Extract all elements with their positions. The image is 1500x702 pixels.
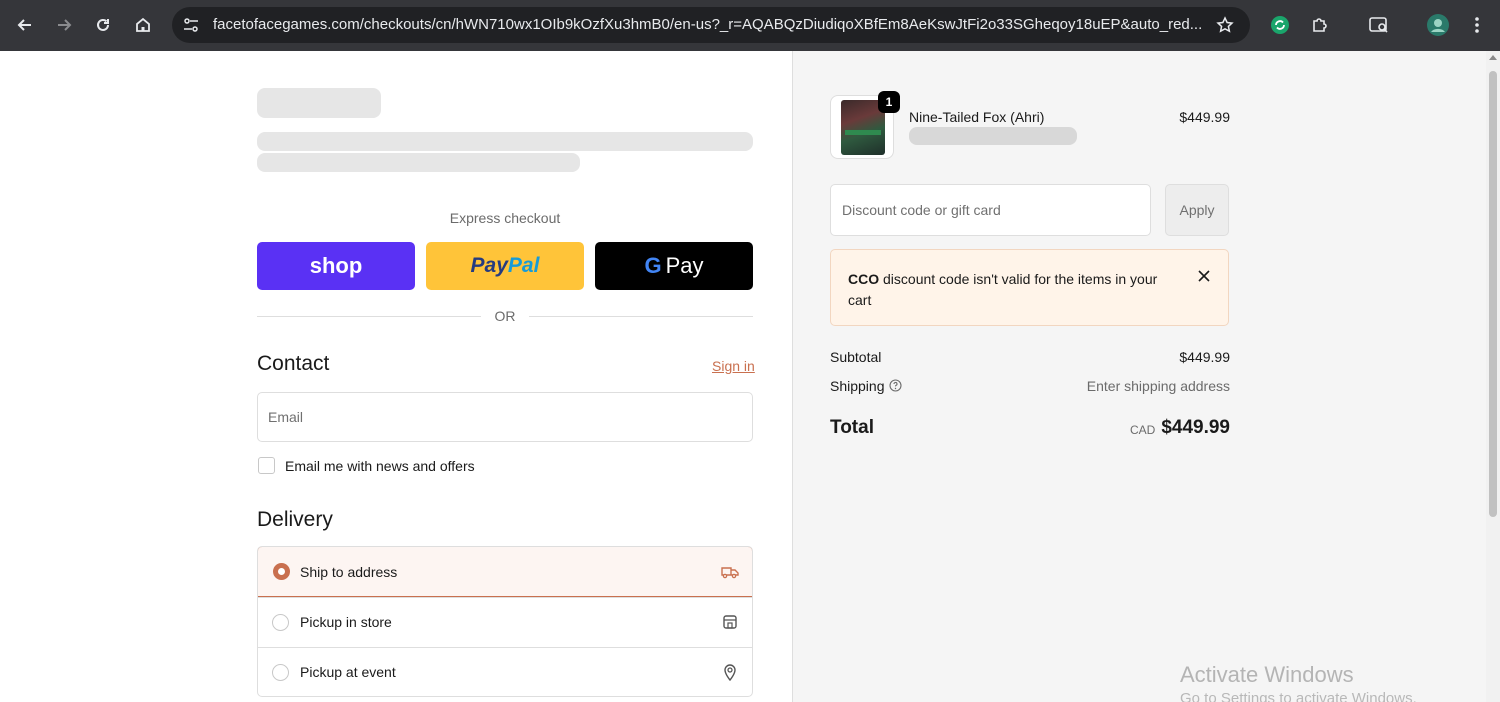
- shop-pay-button[interactable]: shop: [257, 242, 415, 290]
- radio-event[interactable]: [272, 663, 289, 681]
- paypal-label-1: Pay: [470, 254, 508, 277]
- radio-ship-selected[interactable]: [273, 563, 290, 580]
- apply-discount-button[interactable]: Apply: [1165, 184, 1229, 236]
- extension-green-icon[interactable]: [1267, 12, 1293, 38]
- total-label: Total: [830, 417, 874, 438]
- subtotal-value: $449.99: [1179, 349, 1230, 365]
- shipping-label: Shipping: [830, 378, 885, 394]
- shipping-row: Shipping Enter shipping address: [830, 378, 1230, 395]
- subtotal-label: Subtotal: [830, 349, 882, 365]
- subtotal-row: Subtotal $449.99: [830, 349, 1230, 365]
- or-divider-right: [529, 316, 753, 317]
- paypal-label-2: Pal: [507, 254, 540, 277]
- address-bar[interactable]: facetofacegames.com/checkouts/cn/hWN710w…: [172, 7, 1250, 43]
- google-pay-label: Pay: [665, 253, 704, 278]
- breadcrumb-placeholder-2: [257, 153, 580, 172]
- extensions-puzzle-icon[interactable]: [1307, 12, 1333, 38]
- activate-windows-title: Activate Windows: [1180, 662, 1354, 687]
- home-icon[interactable]: [130, 12, 156, 38]
- total-currency: CAD: [1130, 423, 1156, 437]
- location-pin-icon: [720, 662, 740, 682]
- logo-placeholder: [257, 88, 381, 118]
- shipping-value: Enter shipping address: [1086, 378, 1230, 394]
- order-summary-pane: [792, 51, 1486, 702]
- site-settings-icon[interactable]: [180, 14, 202, 36]
- back-icon[interactable]: [12, 12, 38, 38]
- activate-windows-subtitle: Go to Settings to activate Windows.: [1180, 690, 1417, 702]
- help-circle-icon[interactable]: [888, 379, 902, 395]
- delivery-option-ship[interactable]: Ship to address: [258, 547, 752, 597]
- reload-icon[interactable]: [90, 12, 116, 38]
- url-text[interactable]: facetofacegames.com/checkouts/cn/hWN710w…: [213, 16, 1203, 33]
- google-pay-button[interactable]: G Pay: [595, 242, 753, 290]
- bookmark-star-icon[interactable]: [1214, 14, 1236, 36]
- tab-search-icon[interactable]: [1366, 12, 1392, 38]
- truck-icon: [720, 562, 740, 582]
- delivery-option-label: Ship to address: [300, 563, 398, 580]
- alert-text: discount code isn't valid for the items …: [848, 271, 1158, 308]
- chrome-menu-icon[interactable]: [1464, 12, 1490, 38]
- discount-error-alert: CCO discount code isn't valid for the it…: [830, 249, 1229, 326]
- paypal-button[interactable]: Pay Pal: [426, 242, 584, 290]
- radio-store[interactable]: [272, 613, 289, 631]
- product-price: $449.99: [1179, 109, 1230, 125]
- alert-code: CCO: [848, 271, 880, 287]
- or-divider-text: OR: [494, 308, 516, 324]
- product-variant-placeholder: [909, 127, 1077, 145]
- total-value: $449.99: [1161, 417, 1230, 438]
- alert-message: CCO discount code isn't valid for the it…: [848, 269, 1178, 311]
- breadcrumb-placeholder: [257, 132, 753, 151]
- contact-heading: Contact: [257, 352, 330, 375]
- browser-toolbar: facetofacegames.com/checkouts/cn/hWN710w…: [0, 0, 1500, 51]
- shop-pay-label: shop: [309, 253, 363, 278]
- store-icon: [720, 612, 740, 632]
- scrollbar-thumb[interactable]: [1489, 71, 1497, 517]
- scroll-up-arrow-icon[interactable]: [1489, 55, 1497, 60]
- product-name: Nine-Tailed Fox (Ahri): [909, 109, 1045, 125]
- email-field[interactable]: [257, 392, 753, 442]
- express-checkout-label: Express checkout: [449, 210, 561, 226]
- close-icon[interactable]: [1196, 268, 1212, 284]
- google-g-icon: G: [644, 253, 662, 278]
- delivery-heading: Delivery: [257, 508, 333, 531]
- quantity-badge: 1: [878, 91, 900, 113]
- profile-avatar-icon[interactable]: [1425, 12, 1451, 38]
- forward-icon[interactable]: [51, 12, 77, 38]
- discount-code-input[interactable]: [830, 184, 1151, 236]
- page-scrollbar[interactable]: [1486, 51, 1500, 702]
- news-offers-label: Email me with news and offers: [285, 458, 475, 474]
- delivery-option-label: Pickup at event: [300, 664, 396, 680]
- sign-in-link[interactable]: Sign in: [712, 358, 755, 374]
- delivery-option-label: Pickup in store: [300, 614, 392, 630]
- news-offers-checkbox[interactable]: [258, 457, 275, 474]
- delivery-option-store[interactable]: Pickup in store: [258, 597, 752, 647]
- or-divider-left: [257, 316, 481, 317]
- delivery-option-event[interactable]: Pickup at event: [258, 647, 752, 696]
- delivery-options: Ship to address Pickup in store Pickup a…: [257, 546, 753, 697]
